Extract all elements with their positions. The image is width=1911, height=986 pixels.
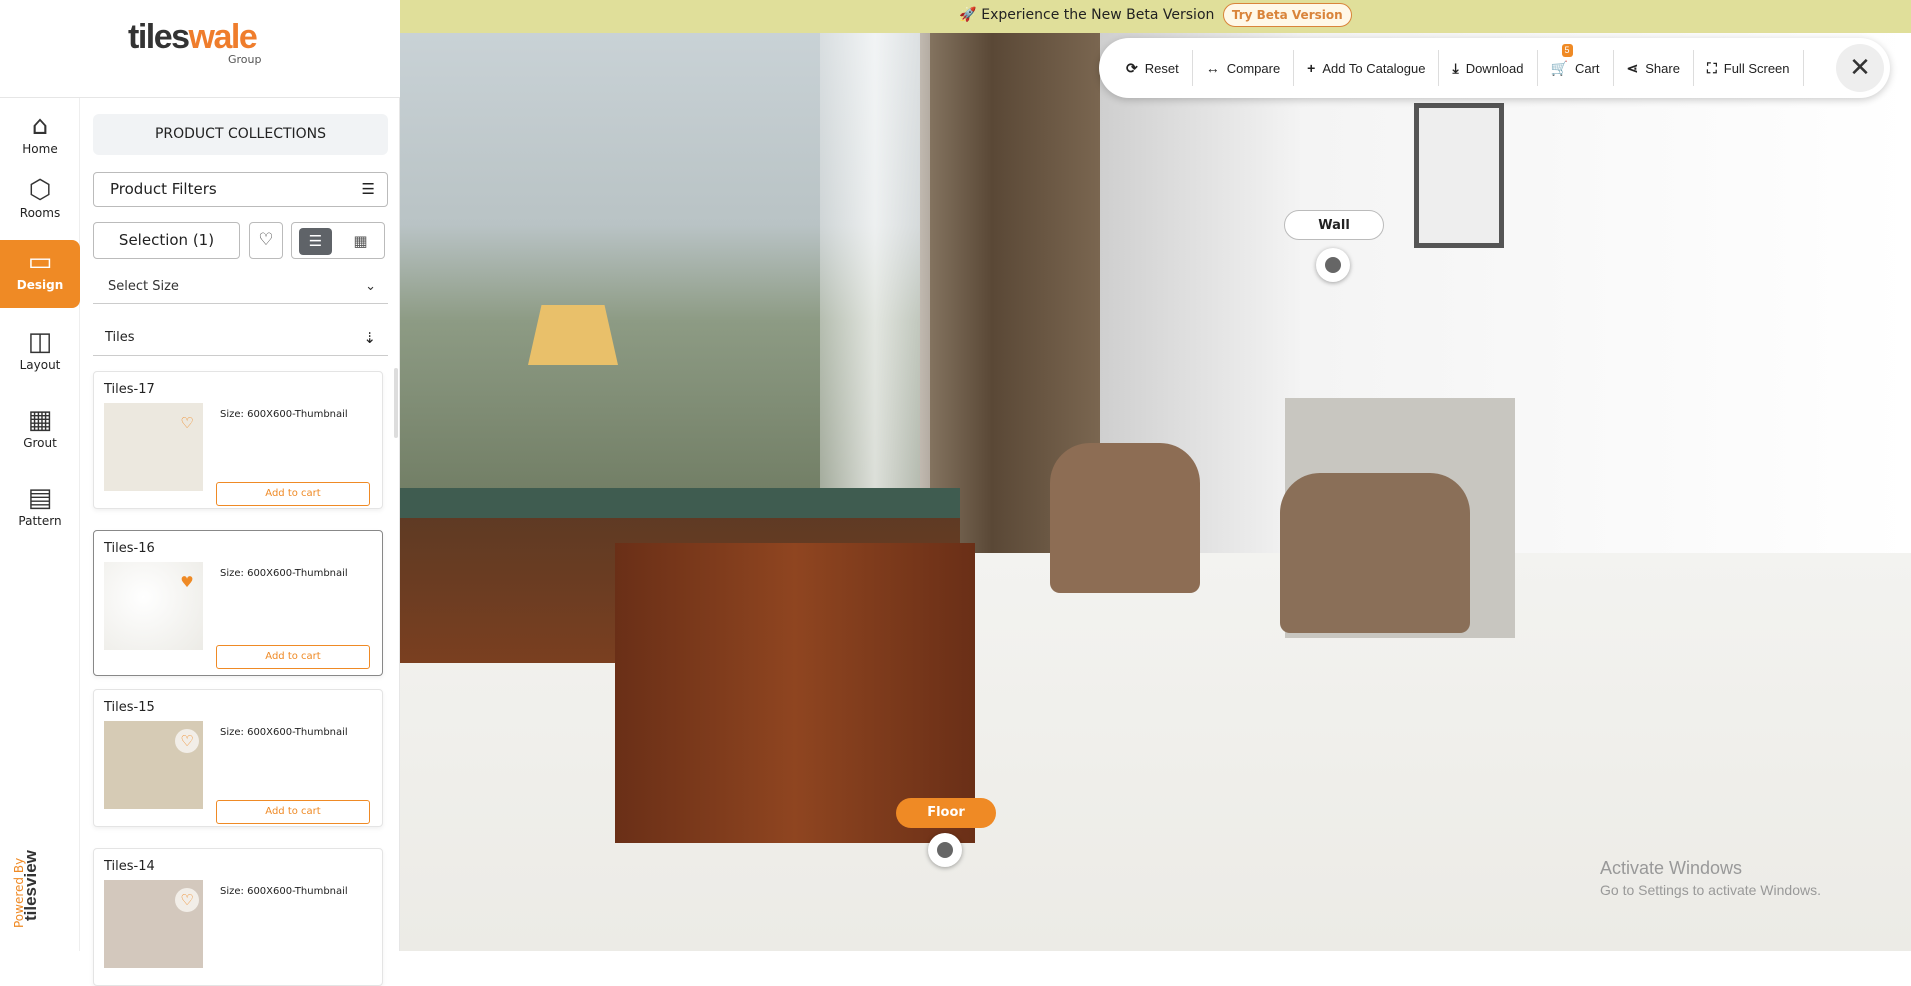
close-button[interactable]: ✕ bbox=[1836, 44, 1884, 92]
beta-banner: 🚀 Experience the New Beta Version Try Be… bbox=[400, 0, 1911, 33]
plus-icon: + bbox=[1307, 60, 1316, 76]
nav-pattern[interactable]: ▤ Pattern bbox=[0, 476, 80, 542]
compare-button[interactable]: ↔ Compare bbox=[1193, 50, 1295, 86]
heart-icon[interactable]: ♡ bbox=[175, 411, 199, 435]
nav-rooms[interactable]: ⬡ Rooms bbox=[0, 168, 80, 234]
add-to-cart-button[interactable]: Add to cart bbox=[216, 645, 370, 669]
wall-label[interactable]: Wall bbox=[1284, 210, 1384, 240]
share-button[interactable]: ⋖ Share bbox=[1614, 50, 1694, 86]
favorites-button[interactable]: ♡ bbox=[249, 222, 283, 259]
tile-card[interactable]: Tiles-17 ♡ Size: 600X600-Thumbnail Add t… bbox=[93, 371, 383, 509]
brand-logo: tileswale Group bbox=[0, 0, 400, 98]
select-size-dropdown[interactable]: Select Size ⌄ bbox=[93, 270, 388, 304]
toolbar: ⟳ Reset ↔ Compare + Add To Catalogue ⤓ Downl… bbox=[1099, 38, 1890, 98]
nav-home[interactable]: ⌂ Home bbox=[0, 104, 80, 170]
grid-view-button[interactable]: ▦ bbox=[344, 228, 377, 255]
sort-icon[interactable]: ⇣ bbox=[363, 320, 376, 356]
download-button[interactable]: ⤓ Download bbox=[1439, 50, 1538, 86]
share-icon: ⋖ bbox=[1626, 59, 1639, 76]
armchair bbox=[1050, 443, 1200, 593]
nav-layout[interactable]: ◫ Layout bbox=[0, 320, 80, 386]
refresh-icon: ⟳ bbox=[1126, 59, 1138, 76]
heart-icon[interactable]: ♡ bbox=[175, 888, 199, 912]
desk-top bbox=[400, 488, 960, 518]
nav-grout[interactable]: ▦ Grout bbox=[0, 398, 80, 464]
try-beta-button[interactable]: Try Beta Version bbox=[1222, 3, 1352, 27]
floor-hotspot[interactable] bbox=[928, 833, 962, 867]
add-to-cart-button[interactable]: Add to cart bbox=[216, 800, 370, 824]
floor-label[interactable]: Floor bbox=[896, 798, 996, 828]
cart-button[interactable]: 🛒 5 Cart bbox=[1538, 44, 1614, 86]
view-toggle: ☰ ▦ bbox=[291, 222, 385, 259]
tiles-header: Tiles ⇣ bbox=[93, 320, 388, 356]
design-icon: ▭ bbox=[27, 247, 53, 277]
product-panel: PRODUCT COLLECTIONS Product Filters ☰ Sel… bbox=[80, 98, 400, 986]
nav-rail: ⌂ Home ⬡ Rooms ▭ Design ◫ Layout ▦ Grout ▤ Pat… bbox=[0, 98, 80, 951]
fullscreen-icon: ⛶ bbox=[1706, 59, 1717, 76]
add-to-catalogue-button[interactable]: + Add To Catalogue bbox=[1294, 50, 1440, 86]
chevron-down-icon: ⌄ bbox=[365, 279, 376, 294]
product-collections-button[interactable]: PRODUCT COLLECTIONS bbox=[93, 114, 388, 155]
armchair bbox=[1280, 473, 1470, 633]
sliders-icon: ☰ bbox=[361, 180, 375, 198]
reset-button[interactable]: ⟳ Reset bbox=[1113, 50, 1193, 86]
download-icon: ⤓ bbox=[1452, 59, 1459, 76]
lamp bbox=[528, 305, 618, 365]
tile-card[interactable]: Tiles-16 ♥ Size: 600X600-Thumbnail Add t… bbox=[93, 530, 383, 676]
scrollbar[interactable] bbox=[394, 368, 398, 438]
selection-button[interactable]: Selection (1) bbox=[93, 222, 240, 259]
home-icon: ⌂ bbox=[31, 111, 49, 141]
heart-filled-icon[interactable]: ♥ bbox=[175, 570, 199, 594]
fullscreen-button[interactable]: ⛶ Full Screen bbox=[1694, 50, 1804, 86]
cart-count-badge: 5 bbox=[1561, 44, 1573, 57]
add-to-cart-button[interactable]: Add to cart bbox=[216, 482, 370, 506]
heart-icon[interactable]: ♡ bbox=[175, 729, 199, 753]
rooms-icon: ⬡ bbox=[28, 175, 52, 205]
tile-card[interactable]: Tiles-14 ♡ Size: 600X600-Thumbnail bbox=[93, 848, 383, 986]
tile-card[interactable]: Tiles-15 ♡ Size: 600X600-Thumbnail Add t… bbox=[93, 689, 383, 827]
room-preview[interactable] bbox=[400, 33, 1911, 951]
close-icon: ✕ bbox=[1849, 53, 1871, 83]
pattern-icon: ▤ bbox=[27, 483, 53, 513]
heart-icon: ♡ bbox=[258, 230, 274, 250]
list-view-button[interactable]: ☰ bbox=[299, 228, 332, 255]
wall-frame bbox=[1414, 103, 1504, 248]
powered-by: Powered By tilesview bbox=[12, 850, 40, 928]
grout-icon: ▦ bbox=[27, 405, 53, 435]
product-filters-button[interactable]: Product Filters ☰ bbox=[93, 172, 388, 207]
compare-icon: ↔ bbox=[1205, 60, 1220, 76]
nav-design[interactable]: ▭ Design bbox=[0, 240, 80, 308]
wall-hotspot[interactable] bbox=[1316, 248, 1350, 282]
rocket-icon: 🚀 bbox=[959, 7, 977, 23]
activate-windows-watermark: Activate Windows Go to Settings to activ… bbox=[1600, 858, 1821, 898]
cart-icon: 🛒 bbox=[1550, 59, 1568, 76]
layout-icon: ◫ bbox=[27, 327, 53, 357]
